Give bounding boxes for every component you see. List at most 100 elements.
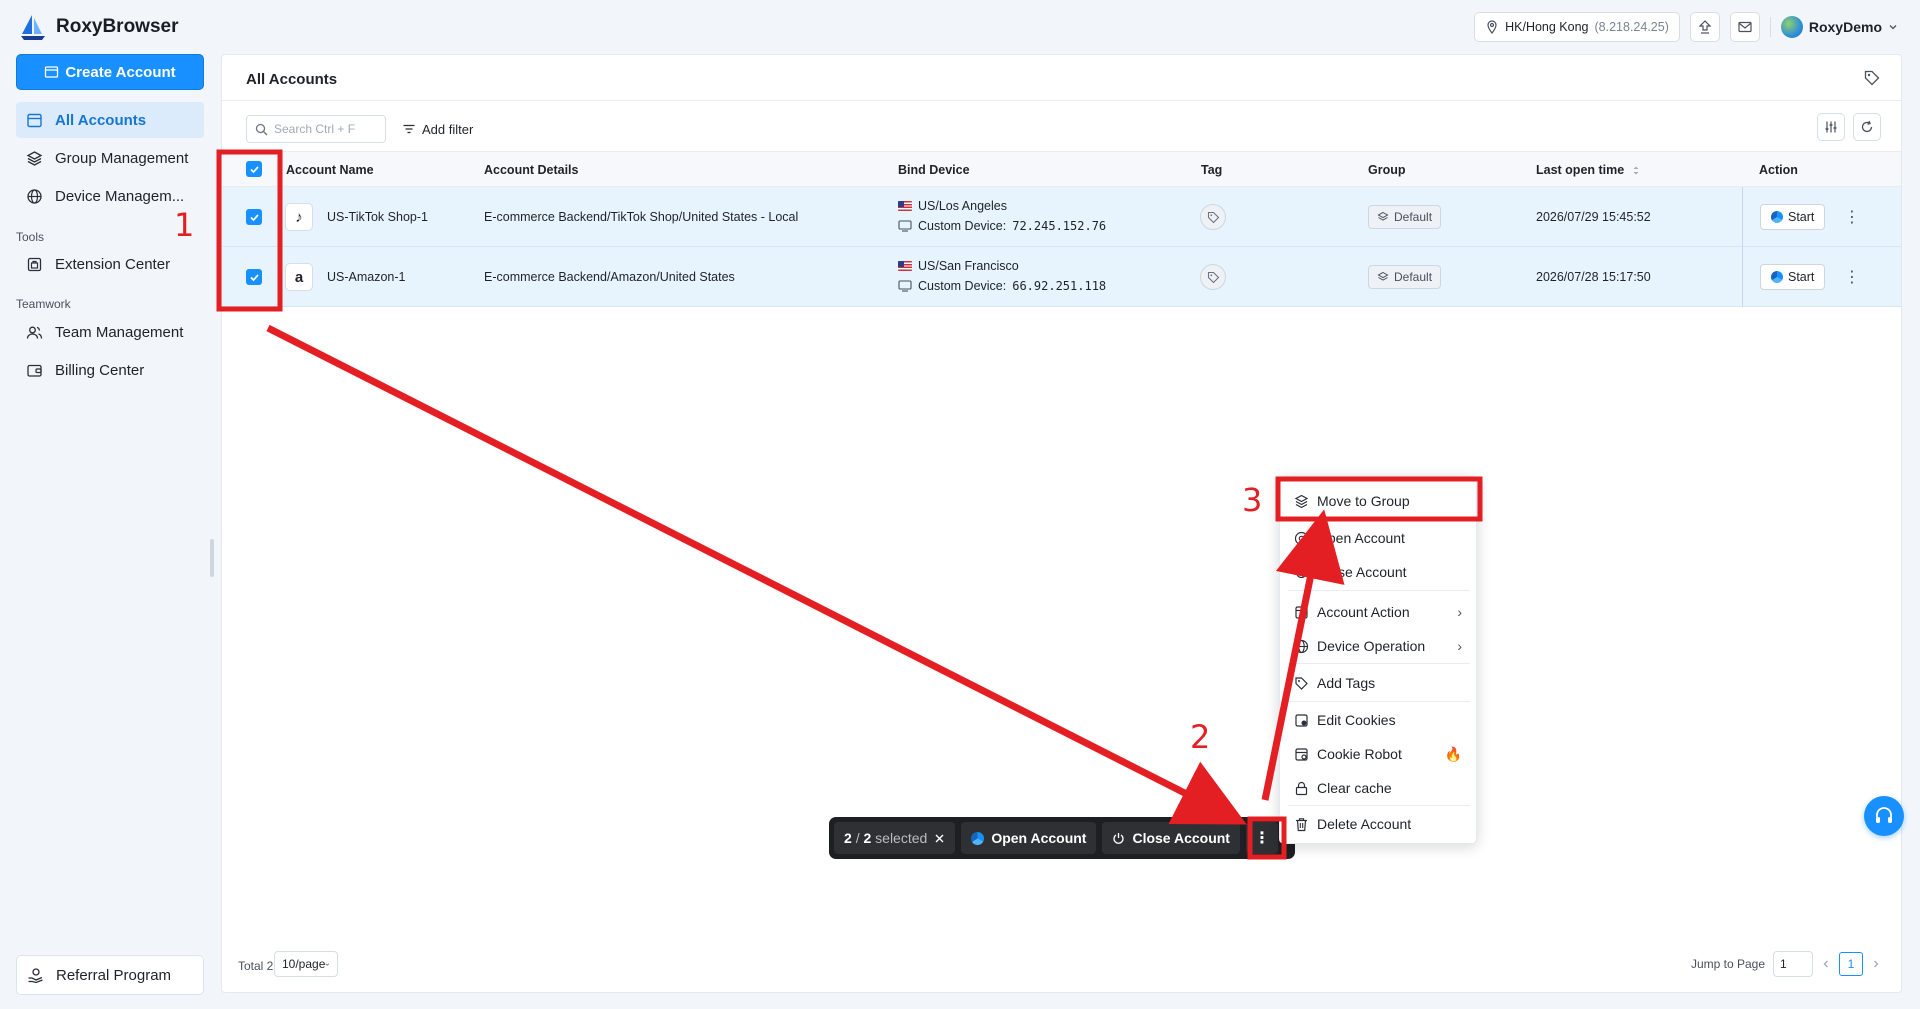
fire-icon: 🔥 <box>1444 745 1462 762</box>
menu-item-label: Account Action <box>1317 604 1410 620</box>
column-header-last-open-time[interactable]: Last open time <box>1536 163 1640 177</box>
bulk-more-button[interactable]: ⋮ <box>1245 822 1278 854</box>
group-badge[interactable]: Default <box>1368 205 1442 229</box>
menu-divider <box>1288 805 1470 806</box>
chevron-down-icon <box>325 963 330 966</box>
create-window-icon <box>45 65 59 78</box>
app-name: RoxyBrowser <box>56 16 179 37</box>
close-icon[interactable] <box>934 833 945 844</box>
location-pin-icon <box>1487 20 1497 34</box>
sidebar: Create Account All Accounts Group Manage… <box>0 54 214 1009</box>
sidebar-item-all-accounts[interactable]: All Accounts <box>16 102 204 138</box>
menu-item-add-tags[interactable]: Add Tags <box>1294 669 1466 697</box>
trash-icon <box>1296 817 1307 831</box>
column-header-account-details: Account Details <box>484 163 579 177</box>
sidebar-item-team-management[interactable]: Team Management <box>16 314 204 350</box>
menu-item-edit-cookies[interactable]: Edit Cookies <box>1294 706 1466 734</box>
sailboat-logo-icon <box>21 15 45 40</box>
menu-item-delete-account[interactable]: Delete Account <box>1294 810 1466 838</box>
sidebar-item-label: Extension Center <box>55 255 171 273</box>
messages-button[interactable] <box>1729 12 1760 42</box>
filter-lines-icon <box>403 124 415 134</box>
tag-manager-button[interactable] <box>1863 69 1881 90</box>
chevron-right-icon[interactable] <box>1871 959 1881 969</box>
row-more-icon[interactable]: ⋮ <box>1844 267 1860 287</box>
account-details: E-commerce Backend/TikTok Shop/United St… <box>484 210 799 224</box>
user-avatar <box>1780 16 1803 38</box>
sidebar-collapse-handle[interactable] <box>210 539 214 577</box>
upgrade-button[interactable] <box>1689 12 1720 42</box>
menu-divider <box>1288 663 1470 664</box>
bind-device: Custom Device: 66.92.251.118 <box>898 279 1106 293</box>
globe-icon <box>27 188 42 204</box>
menu-item-device-operation[interactable]: Device Operation › <box>1294 632 1466 660</box>
row-checkbox[interactable] <box>246 269 262 285</box>
refresh-button[interactable] <box>1853 113 1881 141</box>
start-label: Start <box>1788 210 1815 224</box>
sidebar-item-group-management[interactable]: Group Management <box>16 140 204 176</box>
browser-logo-icon <box>971 831 985 845</box>
table-row[interactable]: ♪ US-TikTok Shop-1 E-commerce Backend/Ti… <box>222 187 1901 247</box>
chevron-left-icon[interactable] <box>1821 959 1831 969</box>
search-input[interactable]: Search Ctrl + F <box>246 115 386 143</box>
column-header-bind-device: Bind Device <box>898 163 970 177</box>
customer-support-button[interactable] <box>1864 796 1904 836</box>
sidebar-item-extension-center[interactable]: Extension Center <box>16 246 204 282</box>
device-ip: 66.92.251.118 <box>1012 279 1107 293</box>
menu-item-account-action[interactable]: Account Action › <box>1294 598 1466 626</box>
proxy-location-box[interactable]: HK/Hong Kong (8.218.24.25) <box>1474 12 1680 42</box>
sidebar-item-label: Group Management <box>55 149 189 167</box>
sliders-icon <box>1825 121 1837 133</box>
jump-to-page-input[interactable]: 1 <box>1773 951 1813 977</box>
start-button[interactable]: Start <box>1760 264 1826 290</box>
menu-item-label: Clear cache <box>1317 780 1392 796</box>
add-tag-button[interactable] <box>1200 204 1226 230</box>
add-filter-label: Add filter <box>422 121 474 137</box>
bulk-close-account-button[interactable]: Close Account <box>1102 822 1240 854</box>
last-open-time: 2026/07/29 15:45:52 <box>1536 210 1651 224</box>
tag-icon <box>1207 271 1219 283</box>
menu-item-cookie-robot[interactable]: Cookie Robot 🔥 <box>1294 740 1466 768</box>
location-text: US/Los Angeles <box>918 199 1007 213</box>
column-settings-button[interactable] <box>1817 113 1845 141</box>
bulk-open-account-button[interactable]: Open Account <box>961 822 1097 854</box>
create-account-button[interactable]: Create Account <box>16 54 204 90</box>
table-row[interactable]: a US-Amazon-1 E-commerce Backend/Amazon/… <box>222 247 1901 307</box>
menu-item-close-account[interactable]: Close Account <box>1294 558 1466 586</box>
tools-section-title: Tools <box>16 230 45 244</box>
add-tag-button[interactable] <box>1200 264 1226 290</box>
action-column-divider <box>1742 247 1743 307</box>
teamwork-section-title: Teamwork <box>16 297 71 311</box>
sidebar-item-label: Billing Center <box>55 361 145 379</box>
account-name[interactable]: US-TikTok Shop-1 <box>327 210 428 224</box>
sort-icon <box>1633 166 1639 174</box>
tag-icon <box>1207 211 1219 223</box>
top-bar: RoxyBrowser HK/Hong Kong (8.218.24.25) R… <box>0 0 1920 54</box>
app-logo: RoxyBrowser <box>18 12 179 42</box>
referral-program-button[interactable]: Referral Program <box>16 955 204 995</box>
add-filter-button[interactable]: Add filter <box>402 115 473 143</box>
sidebar-item-billing-center[interactable]: Billing Center <box>16 352 204 388</box>
page-number-current[interactable]: 1 <box>1839 952 1863 976</box>
start-button[interactable]: Start <box>1760 204 1826 230</box>
account-name[interactable]: US-Amazon-1 <box>327 270 406 284</box>
annotation-step-2: 2 <box>1190 718 1211 756</box>
selection-count: 2 / 2 selected <box>834 822 956 854</box>
page-size-select[interactable]: 10/page <box>274 951 338 977</box>
select-all-checkbox[interactable] <box>246 161 262 177</box>
proxy-location: HK/Hong Kong <box>1505 20 1589 34</box>
menu-item-move-to-group[interactable]: Move to Group <box>1294 487 1466 515</box>
user-menu[interactable]: RoxyDemo <box>1780 16 1898 38</box>
refresh-icon <box>1861 120 1873 133</box>
layers-icon <box>1377 271 1389 281</box>
menu-item-open-account[interactable]: Open Account <box>1294 524 1466 552</box>
annotation-step-1: 1 <box>174 206 195 244</box>
pagination: Jump to Page 1 1 <box>1691 951 1881 977</box>
row-checkbox[interactable] <box>246 209 262 225</box>
menu-divider <box>1288 590 1470 591</box>
table-header: Account Name Account Details Bind Device… <box>222 151 1901 187</box>
row-more-icon[interactable]: ⋮ <box>1844 207 1860 227</box>
group-badge[interactable]: Default <box>1368 265 1442 289</box>
menu-item-clear-cache[interactable]: Clear cache <box>1294 774 1466 802</box>
power-icon <box>1113 832 1125 844</box>
